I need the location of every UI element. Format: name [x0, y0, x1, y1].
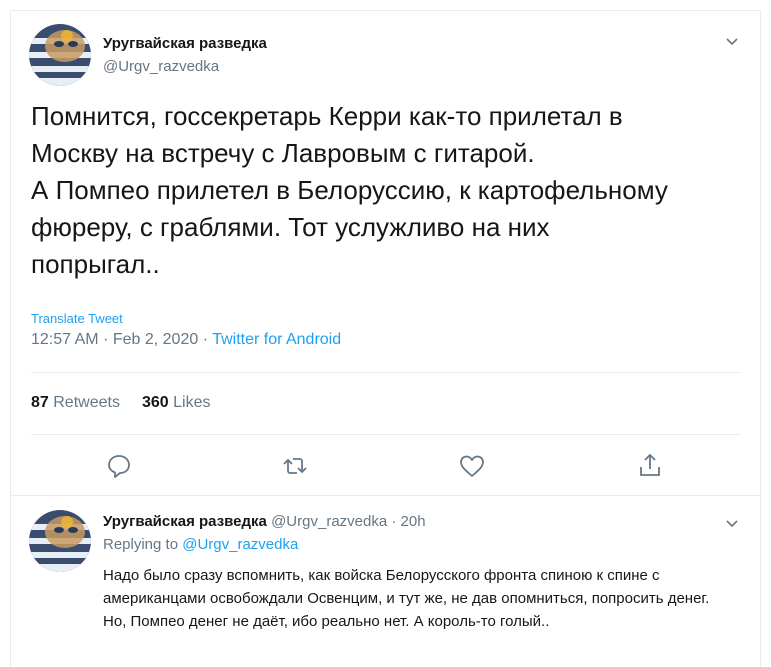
tweet-stats: 87 Retweets 360 Likes	[31, 394, 210, 412]
tweet-text: Помнится, госсекретарь Керри как-то прил…	[31, 101, 668, 279]
author-name[interactable]: Уругвайская разведка	[103, 513, 267, 530]
divider	[31, 434, 741, 435]
avatar[interactable]	[29, 24, 91, 86]
replying-to-handle[interactable]: @Urgv_razvedka	[182, 536, 298, 553]
tweet-time[interactable]: 12:57 AM	[31, 331, 99, 348]
tweet-date[interactable]: Feb 2, 2020	[113, 331, 198, 348]
reply-text: Надо было сразу вспомнить, как войска Бе…	[103, 567, 710, 630]
chevron-down-icon[interactable]	[724, 33, 740, 49]
author-name[interactable]: Уругвайская разведка	[103, 35, 267, 52]
translate-tweet-link[interactable]: Translate Tweet	[31, 311, 123, 326]
meta-separator: ·	[202, 331, 209, 348]
author-handle[interactable]: @Urgv_razvedka	[103, 58, 219, 75]
retweets-stat[interactable]: 87 Retweets	[31, 394, 120, 411]
retweet-icon[interactable]	[280, 451, 310, 481]
tweet-thread: Уругвайская разведка @Urgv_razvedka Помн…	[10, 10, 761, 667]
retweets-label: Retweets	[53, 394, 120, 411]
tweet-source[interactable]: Twitter for Android	[212, 331, 341, 348]
reply-icon[interactable]	[104, 451, 134, 481]
likes-label: Likes	[173, 394, 211, 411]
author-handle[interactable]: @Urgv_razvedka	[271, 513, 387, 530]
meta-separator: ·	[103, 331, 109, 348]
likes-stat[interactable]: 360 Likes	[142, 394, 211, 411]
tweet-timestamp: 12:57 AM · Feb 2, 2020 · Twitter for And…	[31, 331, 341, 349]
likes-count: 360	[141, 394, 169, 411]
retweets-count: 87	[31, 394, 49, 411]
share-icon[interactable]	[635, 451, 665, 481]
divider	[11, 495, 760, 496]
tweet-age[interactable]: 20h	[401, 513, 426, 530]
meta-separator: ·	[391, 513, 397, 530]
divider	[31, 372, 741, 373]
replying-to: Replying to @Urgv_razvedka	[103, 536, 298, 553]
replying-prefix: Replying to	[103, 536, 179, 553]
avatar[interactable]	[29, 510, 91, 572]
chevron-down-icon[interactable]	[724, 515, 740, 531]
heart-icon[interactable]	[457, 451, 487, 481]
reply-header: Уругвайская разведка @Urgv_razvedka · 20…	[103, 513, 426, 530]
